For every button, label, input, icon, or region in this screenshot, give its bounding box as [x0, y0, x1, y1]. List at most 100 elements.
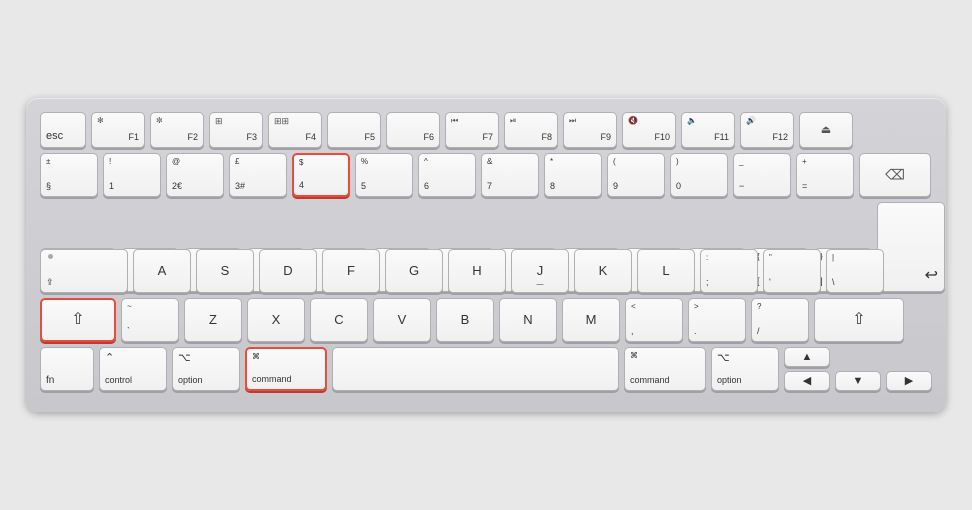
key-j[interactable]: J —	[511, 249, 569, 293]
key-8[interactable]: * 8	[544, 153, 602, 197]
key-equal[interactable]: + =	[796, 153, 854, 197]
key-f4[interactable]: ⊞⊞ F4	[268, 112, 322, 148]
key-backspace[interactable]: ⌫	[859, 153, 931, 197]
key-esc[interactable]: esc	[40, 112, 86, 148]
key-d[interactable]: D	[259, 249, 317, 293]
key-f11[interactable]: 🔈 F11	[681, 112, 735, 148]
keyboard: esc ✻ F1 ✼ F2 ⊞ F3 ⊞⊞ F4 F5 F6 ⏮ F7 ⏯	[26, 98, 946, 412]
key-3[interactable]: £ 3#	[229, 153, 287, 197]
key-quote[interactable]: " '	[763, 249, 821, 293]
key-c[interactable]: C	[310, 298, 368, 342]
key-comma-label: ,	[631, 327, 634, 337]
key-5-label: 5	[361, 182, 366, 192]
key-0[interactable]: ) 0	[670, 153, 728, 197]
key-arrow-up[interactable]: ▲	[784, 347, 830, 367]
key-backtick[interactable]: ± §	[40, 153, 98, 197]
key-f7[interactable]: ⏮ F7	[445, 112, 499, 148]
key-f8[interactable]: ⏯ F8	[504, 112, 558, 148]
key-j-label: J	[537, 264, 544, 278]
key-7[interactable]: & 7	[481, 153, 539, 197]
key-3-label: 3#	[235, 182, 245, 192]
key-arrow-right-label: ▶	[905, 375, 913, 387]
key-f8-label: F8	[541, 133, 552, 143]
key-6-top: ^	[424, 158, 428, 167]
key-f2[interactable]: ✼ F2	[150, 112, 204, 148]
key-f1-label: F1	[128, 133, 139, 143]
key-semicolon-top: :	[706, 254, 708, 263]
key-v[interactable]: V	[373, 298, 431, 342]
key-x[interactable]: X	[247, 298, 305, 342]
key-arrow-down[interactable]: ▼	[835, 371, 881, 391]
key-control[interactable]: ⌃ control	[99, 347, 167, 391]
key-f3-icon: ⊞	[215, 117, 223, 127]
key-fn[interactable]: fn	[40, 347, 94, 391]
key-f3[interactable]: ⊞ F3	[209, 112, 263, 148]
key-f11-icon: 🔈	[687, 117, 697, 126]
key-z[interactable]: Z	[184, 298, 242, 342]
key-3-top: £	[235, 158, 239, 167]
key-f11-label: F11	[714, 133, 729, 143]
key-tilde[interactable]: ~ `	[121, 298, 179, 342]
key-f3-label: F3	[246, 133, 257, 143]
key-capslock[interactable]: ⇪	[40, 249, 128, 293]
key-slash-label: /	[757, 327, 760, 337]
number-row: ± § ! 1 @ 2€ £ 3# $ 4 % 5 ^ 6 & 7	[40, 153, 932, 197]
key-slash[interactable]: ? /	[751, 298, 809, 342]
key-command-left[interactable]: ⌘ command	[245, 347, 327, 391]
key-eject[interactable]: ⏏	[799, 112, 853, 148]
key-s[interactable]: S	[196, 249, 254, 293]
key-9[interactable]: ( 9	[607, 153, 665, 197]
key-f4-label: F4	[305, 133, 316, 143]
key-f12[interactable]: 🔊 F12	[740, 112, 794, 148]
key-k[interactable]: K	[574, 249, 632, 293]
key-f10[interactable]: 🔇 F10	[622, 112, 676, 148]
key-space[interactable]	[332, 347, 619, 391]
key-semicolon-label: ;	[706, 278, 709, 288]
key-shift-right[interactable]: ⇧	[814, 298, 904, 342]
key-shift-right-label: ⇧	[852, 311, 865, 329]
key-command-right-label: command	[630, 376, 670, 386]
key-n[interactable]: N	[499, 298, 557, 342]
key-f6[interactable]: F6	[386, 112, 440, 148]
key-k-label: K	[599, 264, 608, 278]
key-arrow-right[interactable]: ▶	[886, 371, 932, 391]
key-f10-icon: 🔇	[628, 117, 638, 126]
bottom-row: fn ⌃ control ⌥ option ⌘ command ⌘ comman…	[40, 347, 932, 391]
key-option-right[interactable]: ⌥ option	[711, 347, 779, 391]
key-g[interactable]: G	[385, 249, 443, 293]
key-period[interactable]: > .	[688, 298, 746, 342]
key-minus[interactable]: _ −	[733, 153, 791, 197]
key-6[interactable]: ^ 6	[418, 153, 476, 197]
key-caps-dot	[48, 254, 53, 259]
key-g-label: G	[409, 264, 419, 278]
key-backslash[interactable]: | \	[826, 249, 884, 293]
key-arrow-up-label: ▲	[802, 351, 813, 363]
key-f1[interactable]: ✻ F1	[91, 112, 145, 148]
key-comma[interactable]: < ,	[625, 298, 683, 342]
key-4[interactable]: $ 4	[292, 153, 350, 197]
key-command-left-icon: ⌘	[252, 353, 260, 362]
key-l[interactable]: L	[637, 249, 695, 293]
key-1[interactable]: ! 1	[103, 153, 161, 197]
key-shift-left[interactable]: ⇧	[40, 298, 116, 342]
key-return[interactable]: ↩	[877, 202, 945, 292]
key-command-right[interactable]: ⌘ command	[624, 347, 706, 391]
key-f5[interactable]: F5	[327, 112, 381, 148]
key-m[interactable]: M	[562, 298, 620, 342]
key-backspace-icon: ⌫	[885, 167, 905, 182]
key-a[interactable]: A	[133, 249, 191, 293]
key-semicolon[interactable]: : ;	[700, 249, 758, 293]
key-b[interactable]: B	[436, 298, 494, 342]
key-f4-icon: ⊞⊞	[274, 117, 289, 127]
key-esc-label: esc	[46, 130, 63, 142]
key-h[interactable]: H	[448, 249, 506, 293]
key-f9-icon: ⏭	[569, 117, 576, 126]
key-arrow-left[interactable]: ◀	[784, 371, 830, 391]
key-f9[interactable]: ⏭ F9	[563, 112, 617, 148]
key-option-left[interactable]: ⌥ option	[172, 347, 240, 391]
key-2[interactable]: @ 2€	[166, 153, 224, 197]
key-f[interactable]: F	[322, 249, 380, 293]
key-command-left-label: command	[252, 375, 292, 385]
key-v-label: V	[398, 313, 407, 327]
key-5[interactable]: % 5	[355, 153, 413, 197]
